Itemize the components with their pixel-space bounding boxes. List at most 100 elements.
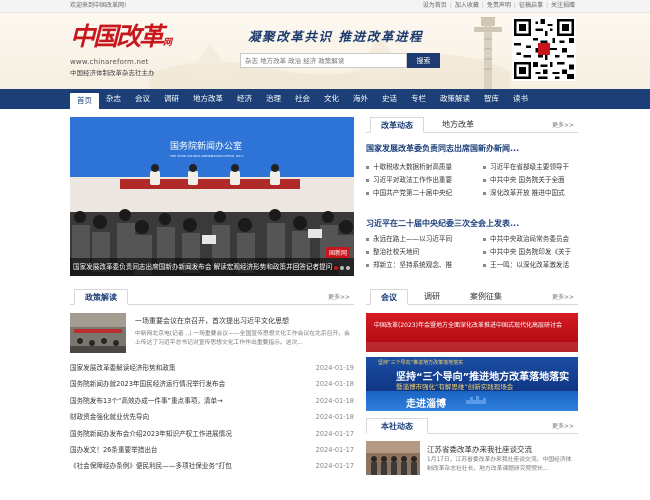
link-add-favorite[interactable]: 加入收藏	[452, 0, 482, 12]
list-item[interactable]: 财政资金强化就业优先导向 2024-01-18	[70, 409, 354, 425]
list-item[interactable]: 中共中央 国务院关于全面	[483, 174, 596, 187]
slide-board-title: 国务院新闻办公室	[170, 140, 242, 152]
meeting-more-link[interactable]: 更多>>	[552, 292, 574, 301]
slide-caption[interactable]: 国家发展改革委负责同志出席国新办新闻发布会 解读宏观经济形势和政策并回答记者提问	[70, 258, 354, 276]
policy-header: 政策解读 更多>>	[70, 289, 354, 305]
nav-research[interactable]: 调研	[157, 89, 186, 109]
main-nav: 首页 杂志 会议 调研 地方改革 经济 治理 社会 文化 海外 史话 专栏 政策…	[0, 89, 650, 109]
list-item[interactable]: 国务院发布13个“高效办成一件事”重点事项，清单→ 2024-01-18	[70, 393, 354, 409]
policy-feature-summary: 中新网北京电(记者 ..) 一场重要会议——全国宣传思想文化工作会议在北京召开。…	[135, 331, 350, 346]
nav-history[interactable]: 史话	[375, 89, 404, 109]
top-bar: 欢迎来到中国改革网! 设为首页 | 加入收藏 | 免责声明 | 征稿启事 | 关注捐赠	[0, 0, 650, 13]
tab-reform-dynamics[interactable]: 改革动态	[370, 117, 424, 133]
list-item[interactable]: 国务院新闻办发布会介绍2023年知识产权工作进展情况 2024-01-17	[70, 426, 354, 442]
list-item[interactable]: 中共中央 国务院印发《关于	[483, 246, 596, 259]
logo-mark: 中国改革网	[70, 22, 173, 51]
list-item[interactable]: 整治社校天地间	[366, 246, 479, 259]
press-conference-photo: 国务院新闻办公室 THE STATE COUNCIL INFORMATION O…	[70, 117, 354, 276]
link-set-homepage[interactable]: 设为首页	[420, 0, 450, 12]
list-item[interactable]: 深化改革开放 推进中国式	[483, 187, 596, 200]
banner-zibo-title: 走进淄博	[406, 399, 446, 410]
slider-dot[interactable]	[346, 266, 350, 270]
local-news-item[interactable]: 江苏省委改革办来我社座谈交流 1月17日，江苏省委改革办来我社座谈交流。中国经济…	[366, 440, 578, 500]
link-submission[interactable]: 征稿启事	[516, 0, 546, 12]
slide-board-subtitle: THE STATE COUNCIL INFORMATION OFFICE, P.…	[169, 154, 244, 158]
local-news-header: 本社动态 更多>>	[366, 418, 578, 434]
tab-research[interactable]: 调研	[414, 289, 450, 305]
nav-local-reform[interactable]: 地方改革	[186, 89, 230, 109]
nav-home[interactable]: 首页	[70, 93, 99, 109]
policy-feature[interactable]: 一场重要会议在京召开，首次提出习近平文化思想 中新网北京电(记者 ..) 一场重…	[70, 313, 354, 355]
nav-column[interactable]: 专栏	[404, 89, 433, 109]
zibo-banner[interactable]: 走进淄博	[366, 391, 578, 411]
search-input[interactable]	[240, 53, 408, 68]
banner-local-reform-subtitle: 暨淄博市强化“有解思维”创新实践现场会	[396, 383, 514, 391]
nav-think-tank[interactable]: 智库	[477, 89, 506, 109]
list-item[interactable]: 中共中央政治局常务委员会	[483, 233, 596, 246]
banner-local-reform-top: 坚持“三个导向”推进地方改革落地落实	[378, 360, 464, 366]
list-item[interactable]: 《社会保障经办条例》便民利民——多项社保业务“打包 2024-01-17	[70, 458, 354, 474]
reform-headline-2[interactable]: 习近平在二十届中央纪委三次全会上发表...	[366, 218, 519, 229]
tab-agency-news[interactable]: 本社动态	[366, 418, 428, 434]
reform-news-list-2: 永远在路上——以习近平同 中共中央政治局常务委员会 整治社校天地间 中共中央 国…	[366, 233, 596, 273]
reform-headline-1[interactable]: 国家发展改革委负责同志出席国新办新闻...	[366, 143, 519, 154]
logo-subtitle: 中国经济体制改革杂志社主办	[70, 69, 155, 77]
nav-magazine[interactable]: 杂志	[99, 89, 128, 109]
local-news-thumbnail	[366, 441, 420, 475]
list-item[interactable]: 中国共产党第二十届中央纪	[366, 187, 479, 200]
site-slogan: 凝聚改革共识 推进改革进程	[248, 29, 424, 44]
search-button[interactable]: 搜索	[407, 53, 440, 68]
local-news-summary: 1月17日，江苏省委改革办来我社座谈交流。中国经济体制改革杂志社社长、地方改革课…	[427, 457, 572, 472]
link-disclaimer[interactable]: 免责声明	[484, 0, 514, 12]
slider-dots	[334, 266, 350, 270]
nav-meeting[interactable]: 会议	[128, 89, 157, 109]
nav-overseas[interactable]: 海外	[346, 89, 375, 109]
list-item[interactable]: 郑新立：坚持系统观念、推	[366, 259, 479, 272]
nav-economy[interactable]: 经济	[230, 89, 259, 109]
meeting-header: 会议 调研 案例征集 更多>>	[366, 289, 578, 305]
tab-case-collection[interactable]: 案例征集	[460, 289, 512, 305]
page: 欢迎来到中国改革网! 设为首页 | 加入收藏 | 免责声明 | 征稿启事 | 关注捐赠 …	[0, 0, 650, 500]
nav-policy[interactable]: 政策解读	[433, 89, 477, 109]
list-item[interactable]: 习近平对政法工作作出重要	[366, 174, 479, 187]
list-item[interactable]: 永远在路上——以习近平同	[366, 233, 479, 246]
policy-feature-thumbnail	[70, 313, 126, 353]
tab-meeting[interactable]: 会议	[370, 289, 408, 305]
site-logo[interactable]: 中国改革网 www.chinareform.net 中国经济体制改革杂志社主办	[70, 23, 180, 83]
nav-governance[interactable]: 治理	[259, 89, 288, 109]
welcome-text: 欢迎来到中国改革网!	[70, 2, 127, 9]
header-background-decoration	[150, 33, 510, 89]
list-item[interactable]: 习近平在省部级主要领导干	[483, 161, 596, 174]
skyline-icon	[466, 396, 486, 404]
banner-annual-meeting-text: 中国改革(2023)年会暨地方全面深化改革推进中国式现代化高层研讨会	[374, 322, 562, 329]
list-item[interactable]: 国务院新闻办就2023年国民经济运行情况举行发布会 2024-01-18	[70, 376, 354, 392]
slider-dot[interactable]	[334, 266, 338, 270]
slider-dot[interactable]	[340, 266, 344, 270]
list-item[interactable]: 国家发展改革委解读经济形势和政策 2024-01-19	[70, 360, 354, 376]
policy-more-link[interactable]: 更多>>	[328, 292, 350, 301]
logo-url: www.chinareform.net	[70, 58, 149, 66]
reform-news-list-1: 十歇税收大数据析射高质量 习近平在省部级主要领导干 习近平对政法工作作出重要 中…	[366, 161, 596, 201]
huabiao-pillar-icon	[474, 17, 502, 89]
nav-reading[interactable]: 读书	[506, 89, 535, 109]
list-item[interactable]: 王一鸣：以深化改革激发活	[483, 259, 596, 272]
reform-news-more-link[interactable]: 更多>>	[552, 120, 574, 129]
top-links: 设为首页 | 加入收藏 | 免责声明 | 征稿启事 | 关注捐赠	[420, 0, 578, 12]
tab-local-reform[interactable]: 地方改革	[432, 117, 484, 133]
local-news-title[interactable]: 江苏省委改革办来我社座谈交流	[427, 444, 532, 455]
nav-society[interactable]: 社会	[288, 89, 317, 109]
meeting-banners: 中国改革(2023)年会暨地方全面深化改革推进中国式现代化高层研讨会 坚持“三个…	[366, 313, 578, 411]
policy-feature-title[interactable]: 一场重要会议在京召开，首次提出习近平文化思想	[135, 316, 289, 326]
headline-slider[interactable]: 国务院新闻办公室 THE STATE COUNCIL INFORMATION O…	[70, 117, 354, 276]
local-reform-banner[interactable]: 坚持“三个导向”推进地方改革落地落实 坚持“三个导向”推进地方改革落地落实 暨淄…	[366, 357, 578, 391]
site-header: 中国改革网 www.chinareform.net 中国经济体制改革杂志社主办 …	[0, 13, 650, 89]
annual-meeting-banner[interactable]: 中国改革(2023)年会暨地方全面深化改革推进中国式现代化高层研讨会	[366, 313, 578, 352]
list-item[interactable]: 十歇税收大数据析射高质量	[366, 161, 479, 174]
list-item[interactable]: 国办发文！26条重要举措出台 2024-01-17	[70, 442, 354, 458]
nav-culture[interactable]: 文化	[317, 89, 346, 109]
policy-news-list: 国家发展改革委解读经济形势和政策 2024-01-19 国务院新闻办就2023年国…	[70, 360, 354, 475]
qr-code-icon[interactable]	[512, 17, 576, 81]
link-donate[interactable]: 关注捐赠	[548, 0, 578, 12]
local-news-more-link[interactable]: 更多>>	[552, 421, 574, 430]
tab-policy-interpretation[interactable]: 政策解读	[74, 289, 128, 305]
